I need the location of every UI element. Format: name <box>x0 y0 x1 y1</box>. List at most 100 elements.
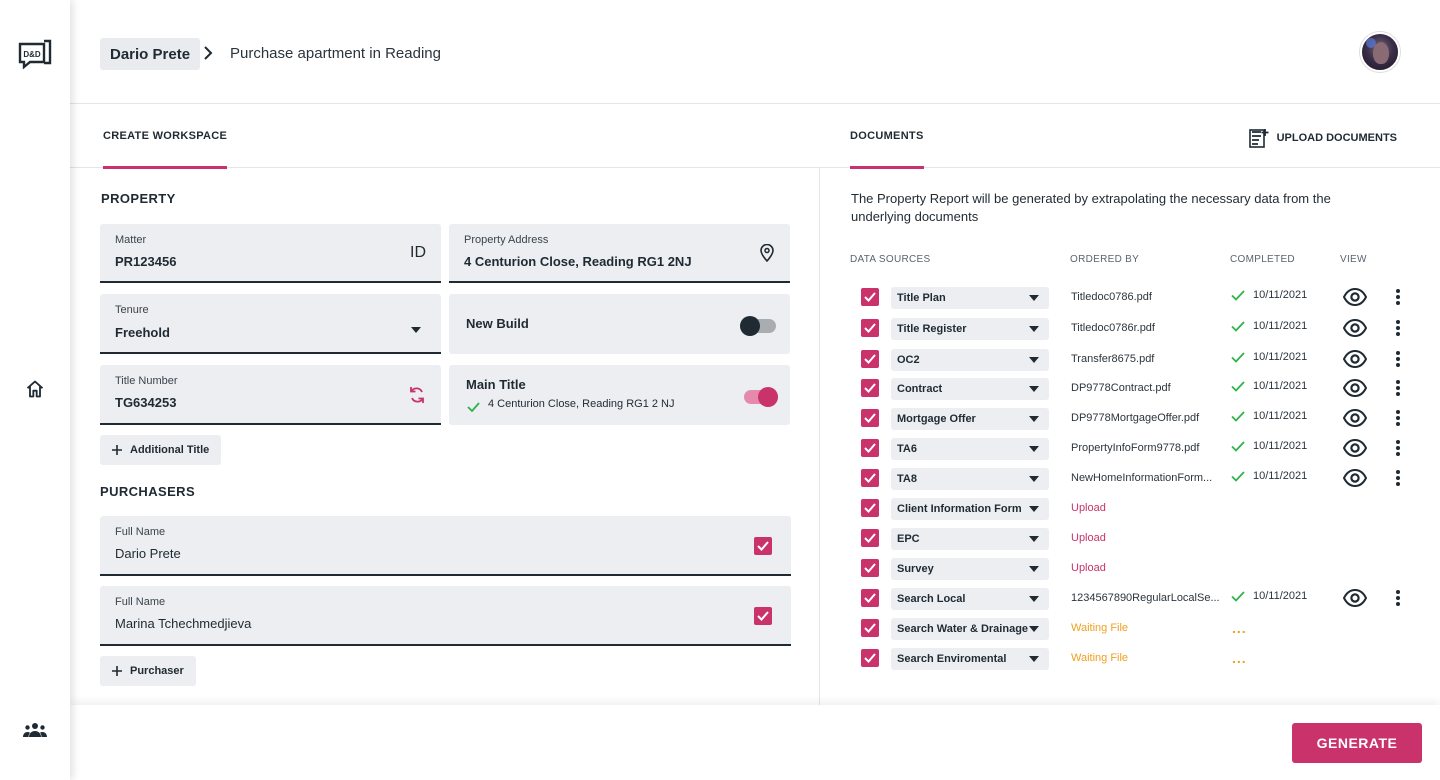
eye-icon[interactable] <box>1342 588 1368 612</box>
check-icon <box>467 399 480 417</box>
title-number-field[interactable]: Title Number TG634253 <box>100 365 441 425</box>
tenure-select[interactable]: Tenure Freehold <box>100 294 441 354</box>
source-checkbox[interactable] <box>861 439 879 457</box>
source-checkbox[interactable] <box>861 319 879 337</box>
file-name[interactable]: Transfer8675.pdf <box>1071 353 1223 365</box>
completed-status: 10/11/2021 <box>1231 410 1307 422</box>
brand-logo[interactable]: D&D <box>18 38 52 70</box>
eye-icon[interactable] <box>1342 408 1368 432</box>
caret-down-icon <box>1029 295 1039 301</box>
source-checkbox[interactable] <box>861 409 879 427</box>
caret-down-icon <box>1029 656 1039 662</box>
caret-down-icon <box>1029 626 1039 632</box>
source-checkbox[interactable] <box>861 469 879 487</box>
upload-link[interactable]: Upload <box>1071 502 1223 514</box>
people-icon[interactable] <box>22 717 48 743</box>
file-name[interactable]: PropertyInfoForm9778.pdf <box>1071 442 1223 454</box>
source-select[interactable]: Title Plan <box>891 287 1049 309</box>
additional-title-button[interactable]: Additional Title <box>100 435 222 465</box>
source-select[interactable]: Title Register <box>891 318 1049 340</box>
source-checkbox[interactable] <box>861 379 879 397</box>
eye-icon[interactable] <box>1342 349 1368 373</box>
location-pin-icon[interactable] <box>759 243 775 267</box>
file-name[interactable]: Titledoc0786r.pdf <box>1071 322 1223 334</box>
source-checkbox[interactable] <box>861 288 879 306</box>
purchaser-2-field[interactable]: Full Name Marina Tchechmedjieva <box>100 586 791 646</box>
document-row: Title Register Titledoc0786r.pdf 10/11/202… <box>821 318 1440 349</box>
tab-label: DOCUMENTS <box>850 130 924 142</box>
file-name: Waiting File <box>1071 622 1129 634</box>
eye-icon[interactable] <box>1342 318 1368 342</box>
source-checkbox[interactable] <box>861 619 879 637</box>
source-select[interactable]: OC2 <box>891 349 1049 371</box>
pending-indicator: ... <box>1232 620 1247 636</box>
more-vertical-icon[interactable] <box>1395 589 1401 612</box>
title-number-value: TG634253 <box>115 395 177 410</box>
breadcrumb-client[interactable]: Dario Prete <box>100 38 201 70</box>
file-name[interactable]: DP9778Contract.pdf <box>1071 382 1223 394</box>
source-select[interactable]: Survey <box>891 558 1049 580</box>
source-select[interactable]: TA6 <box>891 438 1049 460</box>
source-select[interactable]: Search Water & Drainage <box>891 618 1049 640</box>
title-number-label: Title Number <box>115 375 178 387</box>
source-label: Search Water & Drainage <box>897 623 1029 635</box>
source-checkbox[interactable] <box>861 529 879 547</box>
home-icon[interactable] <box>22 376 48 402</box>
user-avatar[interactable] <box>1360 32 1400 72</box>
more-vertical-icon[interactable] <box>1395 350 1401 373</box>
source-select[interactable]: TA8 <box>891 468 1049 490</box>
additional-title-label: Additional Title <box>130 444 210 456</box>
toggle-knob <box>740 316 760 336</box>
source-select[interactable]: Client Information Form <box>891 498 1049 520</box>
generate-button[interactable]: GENERATE <box>1292 723 1422 763</box>
file-name[interactable]: Titledoc0786.pdf <box>1071 291 1223 303</box>
source-checkbox[interactable] <box>861 649 879 667</box>
source-checkbox[interactable] <box>861 559 879 577</box>
purchaser-1-checkbox[interactable] <box>754 537 772 555</box>
purchaser-1-field[interactable]: Full Name Dario Prete <box>100 516 791 576</box>
source-checkbox[interactable] <box>861 589 879 607</box>
address-value: 4 Centurion Close, Reading RG1 2NJ <box>464 254 692 269</box>
completed-date: 10/11/2021 <box>1253 289 1308 301</box>
source-checkbox[interactable] <box>861 350 879 368</box>
upload-link[interactable]: Upload <box>1071 562 1223 574</box>
purchasers-section-title: PURCHASERS <box>100 484 196 499</box>
main-title-label: Main Title <box>466 377 526 392</box>
more-vertical-icon[interactable] <box>1395 409 1401 432</box>
add-purchaser-button[interactable]: Purchaser <box>100 656 196 686</box>
refresh-icon[interactable] <box>408 386 426 409</box>
matter-field[interactable]: Matter PR123456 ID <box>100 224 441 283</box>
property-address-field[interactable]: Property Address 4 Centurion Close, Read… <box>449 224 790 283</box>
file-name[interactable]: DP9778MortgageOffer.pdf <box>1071 412 1223 424</box>
purchaser-2-checkbox[interactable] <box>754 607 772 625</box>
source-checkbox[interactable] <box>861 499 879 517</box>
more-vertical-icon[interactable] <box>1395 439 1401 462</box>
tab-create-workspace[interactable]: CREATE WORKSPACE <box>103 104 228 169</box>
upload-link[interactable]: Upload <box>1071 532 1223 544</box>
document-row: TA6 PropertyInfoForm9778.pdf 10/11/2021 <box>821 438 1440 469</box>
source-select[interactable]: Contract <box>891 378 1049 400</box>
eye-icon[interactable] <box>1342 468 1368 492</box>
source-select[interactable]: Search Enviromental <box>891 648 1049 670</box>
main-title-toggle[interactable] <box>744 387 778 407</box>
more-vertical-icon[interactable] <box>1395 469 1401 492</box>
upload-documents-button[interactable]: UPLOAD DOCUMENTS <box>1248 128 1397 148</box>
file-name[interactable]: 1234567890RegularLocalSe... <box>1071 592 1223 604</box>
completed-date: 10/11/2021 <box>1253 320 1308 332</box>
eye-icon[interactable] <box>1342 287 1368 311</box>
completed-date: 10/11/2021 <box>1253 440 1308 452</box>
document-row: Client Information Form Upload <box>821 498 1440 529</box>
source-select[interactable]: Mortgage Offer <box>891 408 1049 430</box>
tab-documents[interactable]: DOCUMENTS <box>850 104 924 169</box>
more-vertical-icon[interactable] <box>1395 288 1401 311</box>
file-name[interactable]: NewHomeInformationForm... <box>1071 472 1223 484</box>
source-select[interactable]: EPC <box>891 528 1049 550</box>
new-build-toggle[interactable] <box>740 316 776 336</box>
more-vertical-icon[interactable] <box>1395 379 1401 402</box>
source-select[interactable]: Search Local <box>891 588 1049 610</box>
completed-date: 10/11/2021 <box>1253 351 1308 363</box>
more-vertical-icon[interactable] <box>1395 319 1401 342</box>
caret-down-icon <box>1029 566 1039 572</box>
eye-icon[interactable] <box>1342 438 1368 462</box>
eye-icon[interactable] <box>1342 378 1368 402</box>
